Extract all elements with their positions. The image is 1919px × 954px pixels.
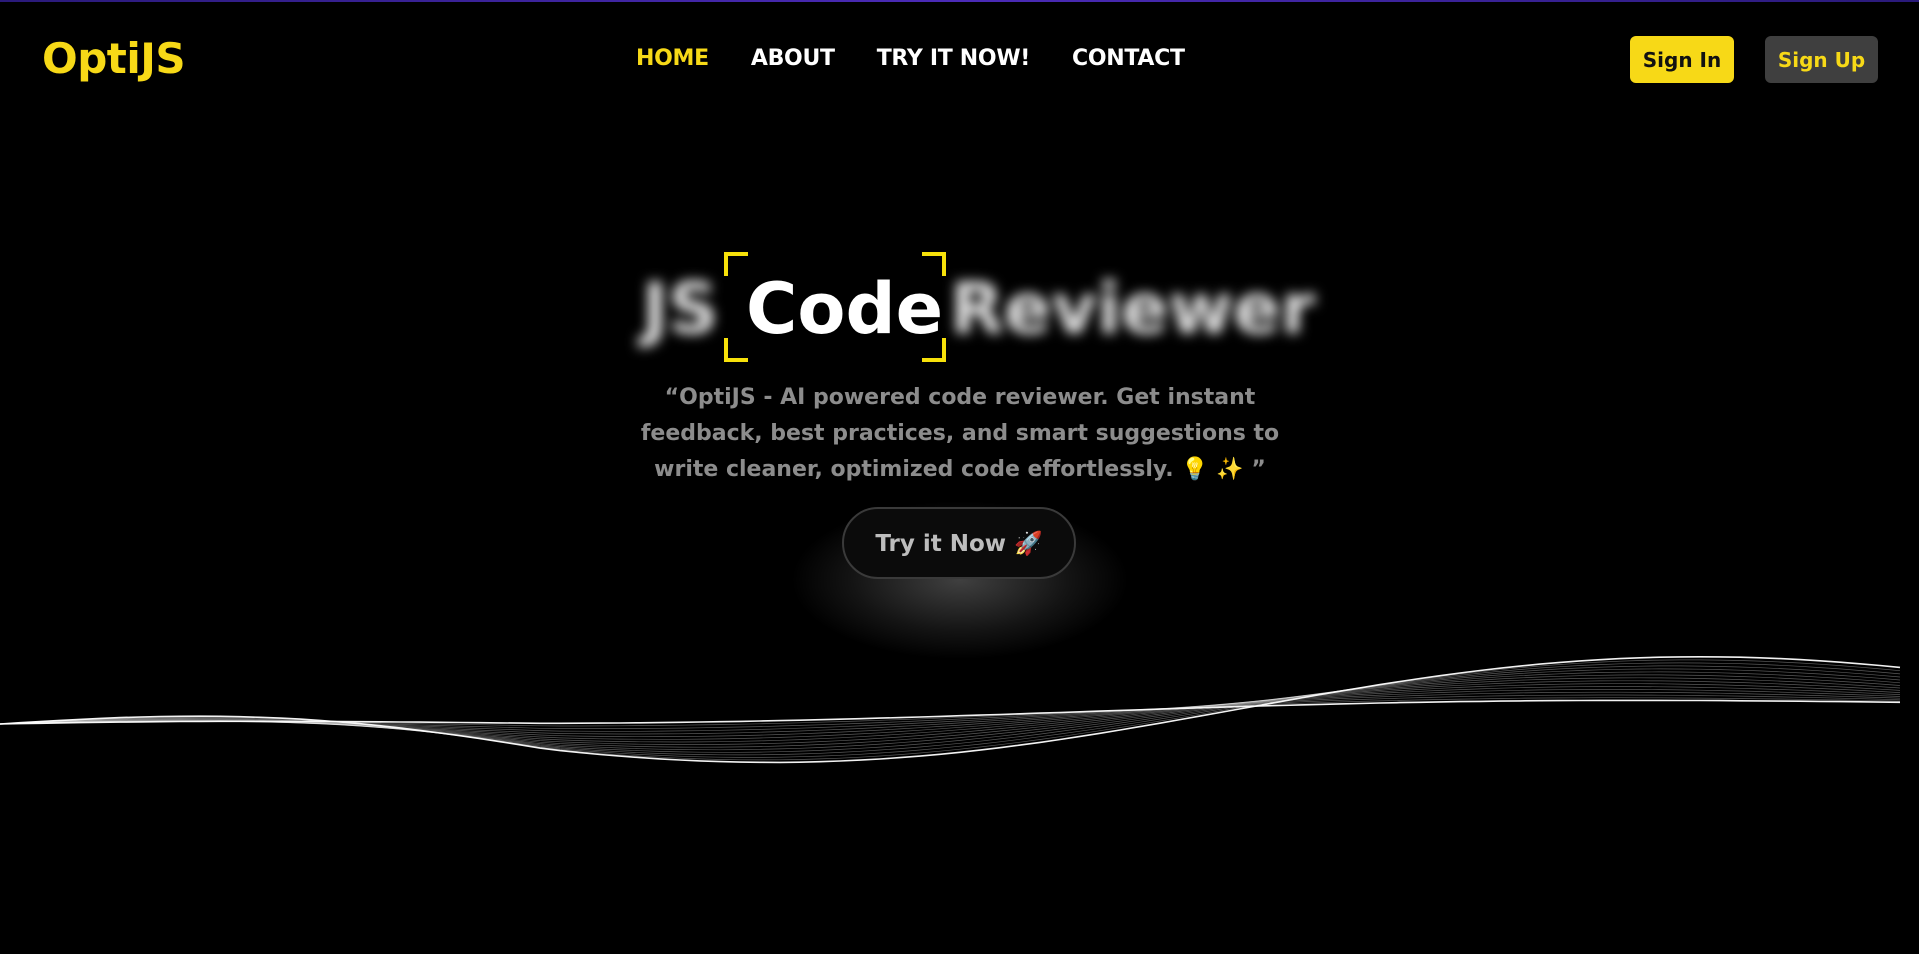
top-accent-line <box>0 0 1919 2</box>
sign-in-button[interactable]: Sign In <box>1630 36 1734 83</box>
wave-line <box>0 674 1901 748</box>
main-nav: HOME ABOUT TRY IT NOW! CONTACT <box>636 46 1185 71</box>
hero-title-right: Reviewer <box>950 268 1316 350</box>
focus-bracket-top-left <box>724 252 748 276</box>
nav-item-try-it-now[interactable]: TRY IT NOW! <box>877 46 1031 71</box>
wave-line <box>0 655 1901 764</box>
sign-up-button[interactable]: Sign Up <box>1765 36 1878 83</box>
hero-title-left: JS <box>642 268 719 350</box>
focus-bracket-bottom-left <box>724 338 748 362</box>
wave-line <box>0 668 1901 753</box>
logo[interactable]: OptiJS <box>42 34 186 83</box>
wave-line <box>0 662 1901 758</box>
wave-line <box>0 686 1901 738</box>
nav-item-home[interactable]: HOME <box>636 46 709 71</box>
hero-tagline: “OptiJS - AI powered code reviewer. Get … <box>640 385 1280 482</box>
hero-title-focus-word: Code <box>746 268 944 350</box>
try-it-now-button[interactable]: Try it Now 🚀 <box>842 507 1076 579</box>
wave-line <box>0 677 1901 745</box>
wave-lines-decoration <box>0 655 1901 764</box>
nav-item-about[interactable]: ABOUT <box>751 46 835 71</box>
nav-item-contact[interactable]: CONTACT <box>1072 46 1185 71</box>
page: OptiJS HOME ABOUT TRY IT NOW! CONTACT Si… <box>0 0 1919 954</box>
hero-title: JS Code Reviewer <box>640 250 1315 362</box>
wave-line <box>0 689 1901 735</box>
